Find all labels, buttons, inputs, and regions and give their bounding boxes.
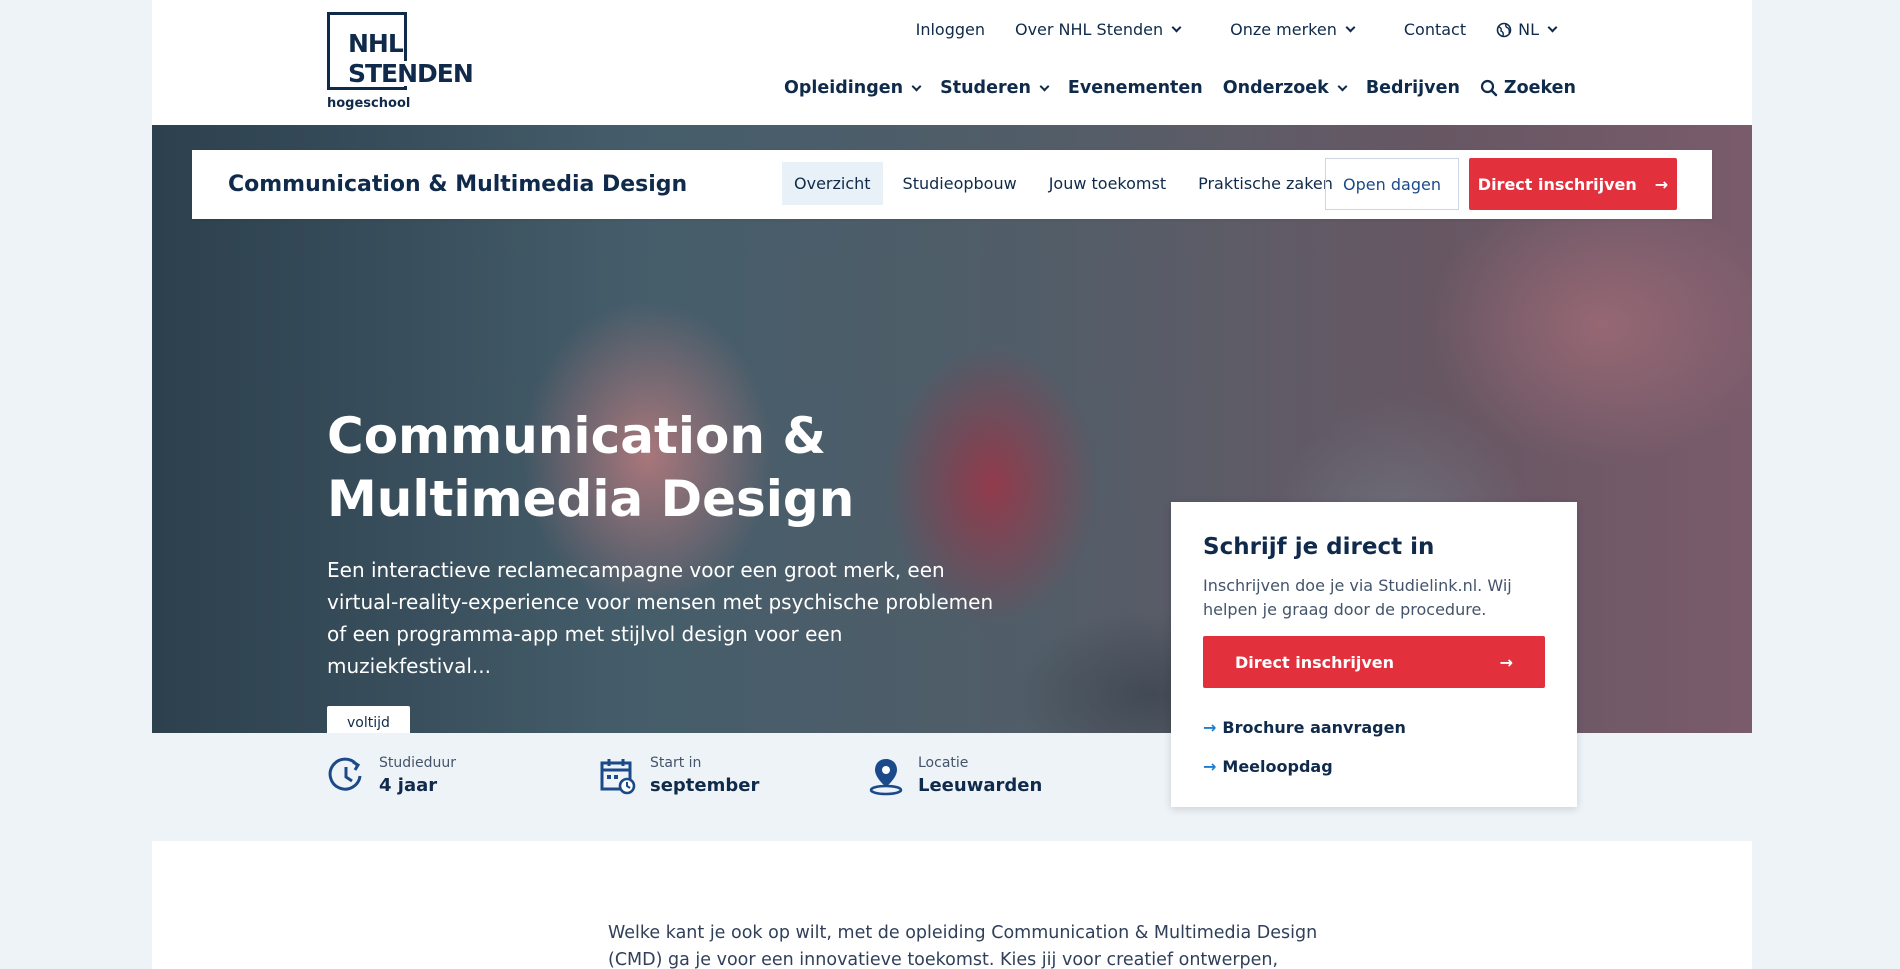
logo-text-stenden: STENDEN bbox=[348, 61, 477, 86]
fact-value: september bbox=[650, 775, 760, 796]
brochure-link[interactable]: → Brochure aanvragen bbox=[1203, 718, 1545, 737]
arrow-right-icon: → bbox=[1203, 718, 1217, 737]
chevron-down-icon bbox=[1039, 81, 1050, 91]
contact-link[interactable]: Contact bbox=[1404, 20, 1466, 39]
language-selector[interactable]: NL bbox=[1496, 20, 1558, 39]
top-nav: Inloggen Over NHL Stenden Onze merken Co… bbox=[916, 20, 1558, 39]
program-title: Communication & Multimedia Design bbox=[228, 172, 688, 197]
enroll-card-text: Inschrijven doe je via Studielink.nl. Wi… bbox=[1203, 576, 1512, 619]
enroll-button[interactable]: Direct inschrijven → bbox=[1469, 158, 1677, 210]
chevron-down-icon bbox=[1547, 22, 1558, 33]
tab-jouw-toekomst[interactable]: Jouw toekomst bbox=[1037, 162, 1178, 205]
search-icon bbox=[1480, 79, 1498, 97]
fact-value: 4 jaar bbox=[379, 775, 438, 796]
search-button[interactable]: Zoeken bbox=[1480, 78, 1576, 98]
hero-title: Communication & Multimedia Design bbox=[327, 407, 855, 528]
chevron-down-icon bbox=[1345, 22, 1356, 33]
fact-label: Start in bbox=[650, 755, 702, 771]
main-nav: Opleidingen Studeren Evenementen Onderzo… bbox=[784, 78, 1576, 98]
chevron-down-icon bbox=[1171, 22, 1182, 33]
enroll-card: Schrijf je direct in Inschrijven doe je … bbox=[1171, 502, 1577, 807]
tab-overzicht[interactable]: Overzicht bbox=[782, 162, 883, 205]
tab-praktische-zaken[interactable]: Praktische zaken bbox=[1186, 162, 1345, 205]
brands-menu[interactable]: Onze merken bbox=[1230, 20, 1356, 39]
tab-studieopbouw[interactable]: Studieopbouw bbox=[891, 162, 1029, 205]
nav-evenementen[interactable]: Evenementen bbox=[1068, 78, 1203, 98]
logo-text-nhl: NHL bbox=[348, 29, 404, 58]
location-pin-icon bbox=[869, 758, 903, 795]
chevron-down-icon bbox=[1337, 81, 1348, 91]
fact-value: Leeuwarden bbox=[918, 775, 1043, 796]
logo-box: NHL STENDEN bbox=[327, 12, 477, 90]
enroll-card-title: Schrijf je direct in bbox=[1203, 534, 1435, 560]
fact-duration: Studieduur 4 jaar bbox=[327, 755, 456, 796]
chevron-down-icon bbox=[911, 81, 922, 91]
clock-icon bbox=[328, 757, 362, 791]
card-enroll-button[interactable]: Direct inschrijven → bbox=[1203, 636, 1545, 688]
fact-label: Studieduur bbox=[379, 755, 457, 771]
fact-start: Start in september bbox=[600, 755, 759, 796]
nav-opleidingen[interactable]: Opleidingen bbox=[784, 78, 922, 98]
hero-intro: Een interactieve reclamecampagne voor ee… bbox=[327, 558, 994, 678]
calendar-icon bbox=[600, 758, 636, 794]
arrow-right-icon: → bbox=[1654, 174, 1669, 194]
logo[interactable]: NHL STENDEN hogeschool bbox=[327, 12, 477, 111]
nav-bedrijven[interactable]: Bedrijven bbox=[1366, 78, 1460, 98]
globe-icon bbox=[1496, 22, 1512, 37]
logo-subtitle: hogeschool bbox=[327, 96, 411, 111]
meeloopdag-link[interactable]: → Meeloopdag bbox=[1203, 757, 1545, 776]
open-days-button[interactable]: Open dagen bbox=[1325, 158, 1459, 210]
nav-studeren[interactable]: Studeren bbox=[940, 78, 1050, 98]
about-menu[interactable]: Over NHL Stenden bbox=[1015, 20, 1182, 39]
intro-paragraph: Welke kant je ook op wilt, met de opleid… bbox=[608, 923, 1318, 969]
page: NHL STENDEN hogeschool Inloggen Over NHL… bbox=[152, 0, 1752, 969]
program-subnav: Communication & Multimedia Design Overzi… bbox=[192, 150, 1712, 219]
arrow-right-icon: → bbox=[1203, 757, 1217, 776]
fact-label: Locatie bbox=[918, 755, 969, 771]
nav-onderzoek[interactable]: Onderzoek bbox=[1223, 78, 1348, 98]
arrow-right-icon: → bbox=[1499, 652, 1513, 672]
login-link[interactable]: Inloggen bbox=[916, 20, 985, 39]
fact-location: Locatie Leeuwarden bbox=[868, 755, 1042, 796]
hero-content: Communication & Multimedia Design Een in… bbox=[327, 405, 1027, 733]
program-tabs: Overzicht Studieopbouw Jouw toekomst Pra… bbox=[782, 162, 1345, 205]
study-mode-tag[interactable]: voltijd bbox=[327, 706, 410, 733]
